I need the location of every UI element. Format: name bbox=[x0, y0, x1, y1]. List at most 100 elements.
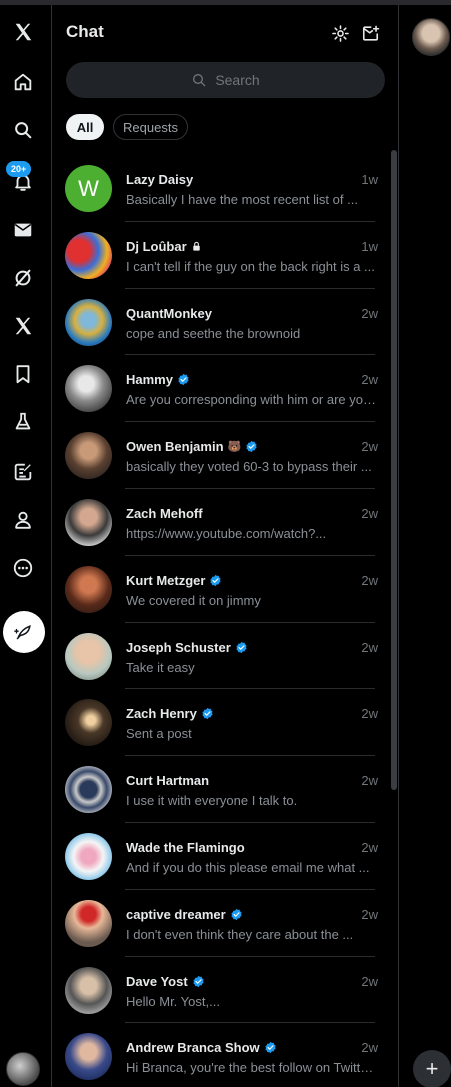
conversation-name-line: Zach Mehoff bbox=[126, 506, 203, 521]
name-emoji: 🐻 bbox=[227, 441, 242, 454]
conversation-preview: Take it easy bbox=[126, 659, 195, 675]
conversation-preview: cope and seethe the brownoid bbox=[126, 325, 301, 341]
conversation-name: Curt Hartman bbox=[126, 773, 210, 789]
conversation-name-line: Kurt Metzger bbox=[126, 573, 222, 588]
conversation-preview: Are you corresponding with him or are yo… bbox=[126, 392, 378, 408]
conversation-avatar bbox=[65, 298, 112, 346]
verified-badge-icon bbox=[231, 908, 242, 920]
conversation-time: 1w bbox=[361, 238, 378, 254]
x-logo-icon[interactable] bbox=[6, 15, 40, 49]
page-title: Chat bbox=[66, 22, 104, 41]
new-message-icon[interactable] bbox=[359, 22, 381, 44]
conversation-row[interactable]: Curt Hartman 2w I use it with everyone I t… bbox=[53, 756, 393, 823]
conversation-time: 2w bbox=[361, 973, 378, 989]
home-icon[interactable] bbox=[6, 65, 40, 99]
conversation-name: Lazy Daisy bbox=[126, 172, 194, 187]
conversation-list-scrollbar[interactable] bbox=[391, 150, 397, 790]
conversation-name: Zach Mehoff bbox=[126, 505, 203, 521]
conversation-name: Kurt Metzger bbox=[126, 572, 206, 588]
conversation-avatar bbox=[65, 899, 112, 947]
conversation-name-line: Andrew Branca Show bbox=[126, 1040, 277, 1055]
chat-panel: Chat Search All Requests W Lazy Daisy 1w Ba… bbox=[53, 5, 399, 1087]
verified-badge-icon bbox=[178, 374, 189, 386]
conversation-row[interactable]: Kurt Metzger 2w We covered it on jimmy bbox=[53, 556, 393, 623]
conversation-avatar bbox=[65, 632, 112, 680]
articles-compose-icon[interactable] bbox=[6, 455, 40, 489]
search-input[interactable]: Search bbox=[66, 62, 385, 98]
filter-all-tab[interactable]: All bbox=[66, 114, 104, 140]
conversation-name: Andrew Branca Show bbox=[126, 1040, 260, 1056]
conversation-name: QuantMonkey bbox=[126, 305, 212, 321]
conversation-row[interactable]: Zach Henry 2w Sent a post bbox=[53, 689, 393, 756]
verified-badge-icon bbox=[210, 574, 222, 586]
new-chat-button[interactable]: + bbox=[413, 1050, 451, 1087]
conversation-time: 2w bbox=[361, 505, 378, 521]
protected-lock-icon bbox=[192, 241, 200, 251]
more-options-circle-icon[interactable] bbox=[6, 551, 40, 585]
user-avatar[interactable] bbox=[412, 18, 450, 56]
conversation-row[interactable]: Andrew Branca Show 2w Hi Branca, you're th… bbox=[53, 1023, 393, 1087]
conversation-avatar bbox=[65, 966, 112, 1014]
filter-requests-tab[interactable]: Requests bbox=[113, 114, 188, 140]
conversation-row[interactable]: Wade the Flamingo 2w And if you do this pl… bbox=[53, 823, 393, 890]
conversation-time: 2w bbox=[361, 372, 378, 388]
explore-search-icon[interactable] bbox=[6, 113, 40, 147]
conversation-row[interactable]: Dave Yost 2w Hello Mr. Yost,... bbox=[53, 957, 393, 1024]
conversation-name: Dj Loûbar bbox=[126, 238, 187, 254]
conversation-time: 2w bbox=[361, 706, 378, 722]
conversation-time: 1w bbox=[361, 172, 378, 187]
compose-post-button[interactable] bbox=[3, 611, 45, 653]
conversation-avatar bbox=[65, 565, 112, 613]
grok-slash-circle-icon[interactable] bbox=[6, 261, 40, 295]
account-switcher-avatar[interactable] bbox=[6, 1052, 40, 1086]
verified-badge-icon bbox=[246, 441, 257, 453]
conversation-name-line: Dave Yost bbox=[126, 974, 205, 989]
verified-badge-icon bbox=[265, 1042, 276, 1054]
conversation-avatar bbox=[65, 1033, 112, 1081]
feather-quill-icon bbox=[14, 625, 31, 640]
conversation-name-line: Wade the Flamingo bbox=[126, 840, 245, 855]
profile-person-icon[interactable] bbox=[6, 503, 40, 537]
conversation-avatar bbox=[65, 432, 112, 480]
conversation-preview: basically they voted 60-3 to bypass thei… bbox=[126, 459, 372, 475]
settings-gear-icon[interactable] bbox=[329, 22, 351, 44]
conversation-row[interactable]: Joseph Schuster 2w Take it easy bbox=[53, 623, 393, 690]
conversation-time: 2w bbox=[361, 439, 378, 455]
conversation-name: Hammy bbox=[126, 372, 173, 388]
conversation-preview: Basically I have the most recent list of… bbox=[126, 192, 358, 207]
conversation-avatar: W bbox=[65, 165, 112, 212]
conversation-row[interactable]: Owen Benjamin 🐻 2w basically they voted 60-… bbox=[53, 422, 393, 489]
conversation-preview: https://www.youtube.com/watch?... bbox=[126, 525, 327, 541]
conversation-name-line: Owen Benjamin 🐻 bbox=[126, 439, 258, 454]
conversation-row[interactable]: Zach Mehoff 2w https://www.youtube.com/wat… bbox=[53, 489, 393, 556]
conversation-row[interactable]: QuantMonkey 2w cope and seethe the brownoi… bbox=[53, 289, 393, 356]
conversation-row[interactable]: W Lazy Daisy 1w Basically I have the most r… bbox=[53, 155, 393, 222]
conversation-avatar bbox=[65, 832, 112, 880]
conversation-name-line: Lazy Daisy bbox=[126, 172, 193, 187]
conversation-name: Wade the Flamingo bbox=[126, 839, 245, 855]
conversation-preview: And if you do this please email me what … bbox=[126, 859, 370, 875]
jobs-flask-icon[interactable] bbox=[6, 405, 40, 439]
conversation-name: Joseph Schuster bbox=[126, 639, 231, 655]
conversation-avatar bbox=[65, 699, 112, 747]
conversation-name-line: Hammy bbox=[126, 372, 190, 387]
conversation-avatar bbox=[65, 365, 112, 413]
conversation-row[interactable]: Hammy 2w Are you corresponding with him or… bbox=[53, 355, 393, 422]
bookmarks-icon[interactable] bbox=[6, 357, 40, 391]
notifications-badge: 20+ bbox=[6, 161, 32, 177]
conversation-time: 2w bbox=[361, 906, 378, 922]
search-icon bbox=[193, 74, 206, 87]
premium-x-icon[interactable] bbox=[6, 309, 40, 343]
conversation-row[interactable]: Dj Loûbar 1w I can't tell if the guy on th… bbox=[53, 222, 393, 289]
conversation-avatar bbox=[65, 498, 112, 546]
conversation-avatar bbox=[65, 766, 112, 814]
conversation-name-line: QuantMonkey bbox=[126, 306, 212, 321]
conversation-row[interactable]: captive dreamer 2w I don't even think they… bbox=[53, 890, 393, 957]
conversation-name: Dave Yost bbox=[126, 973, 188, 989]
conversation-preview: Hi Branca, you're the best follow on Twi… bbox=[126, 1060, 378, 1076]
conversation-time: 2w bbox=[361, 1040, 378, 1056]
messages-envelope-icon[interactable] bbox=[6, 213, 40, 247]
conversation-preview: We covered it on jimmy bbox=[126, 592, 261, 608]
conversation-name-line: Dj Loûbar bbox=[126, 239, 202, 254]
verified-badge-icon bbox=[236, 641, 247, 653]
